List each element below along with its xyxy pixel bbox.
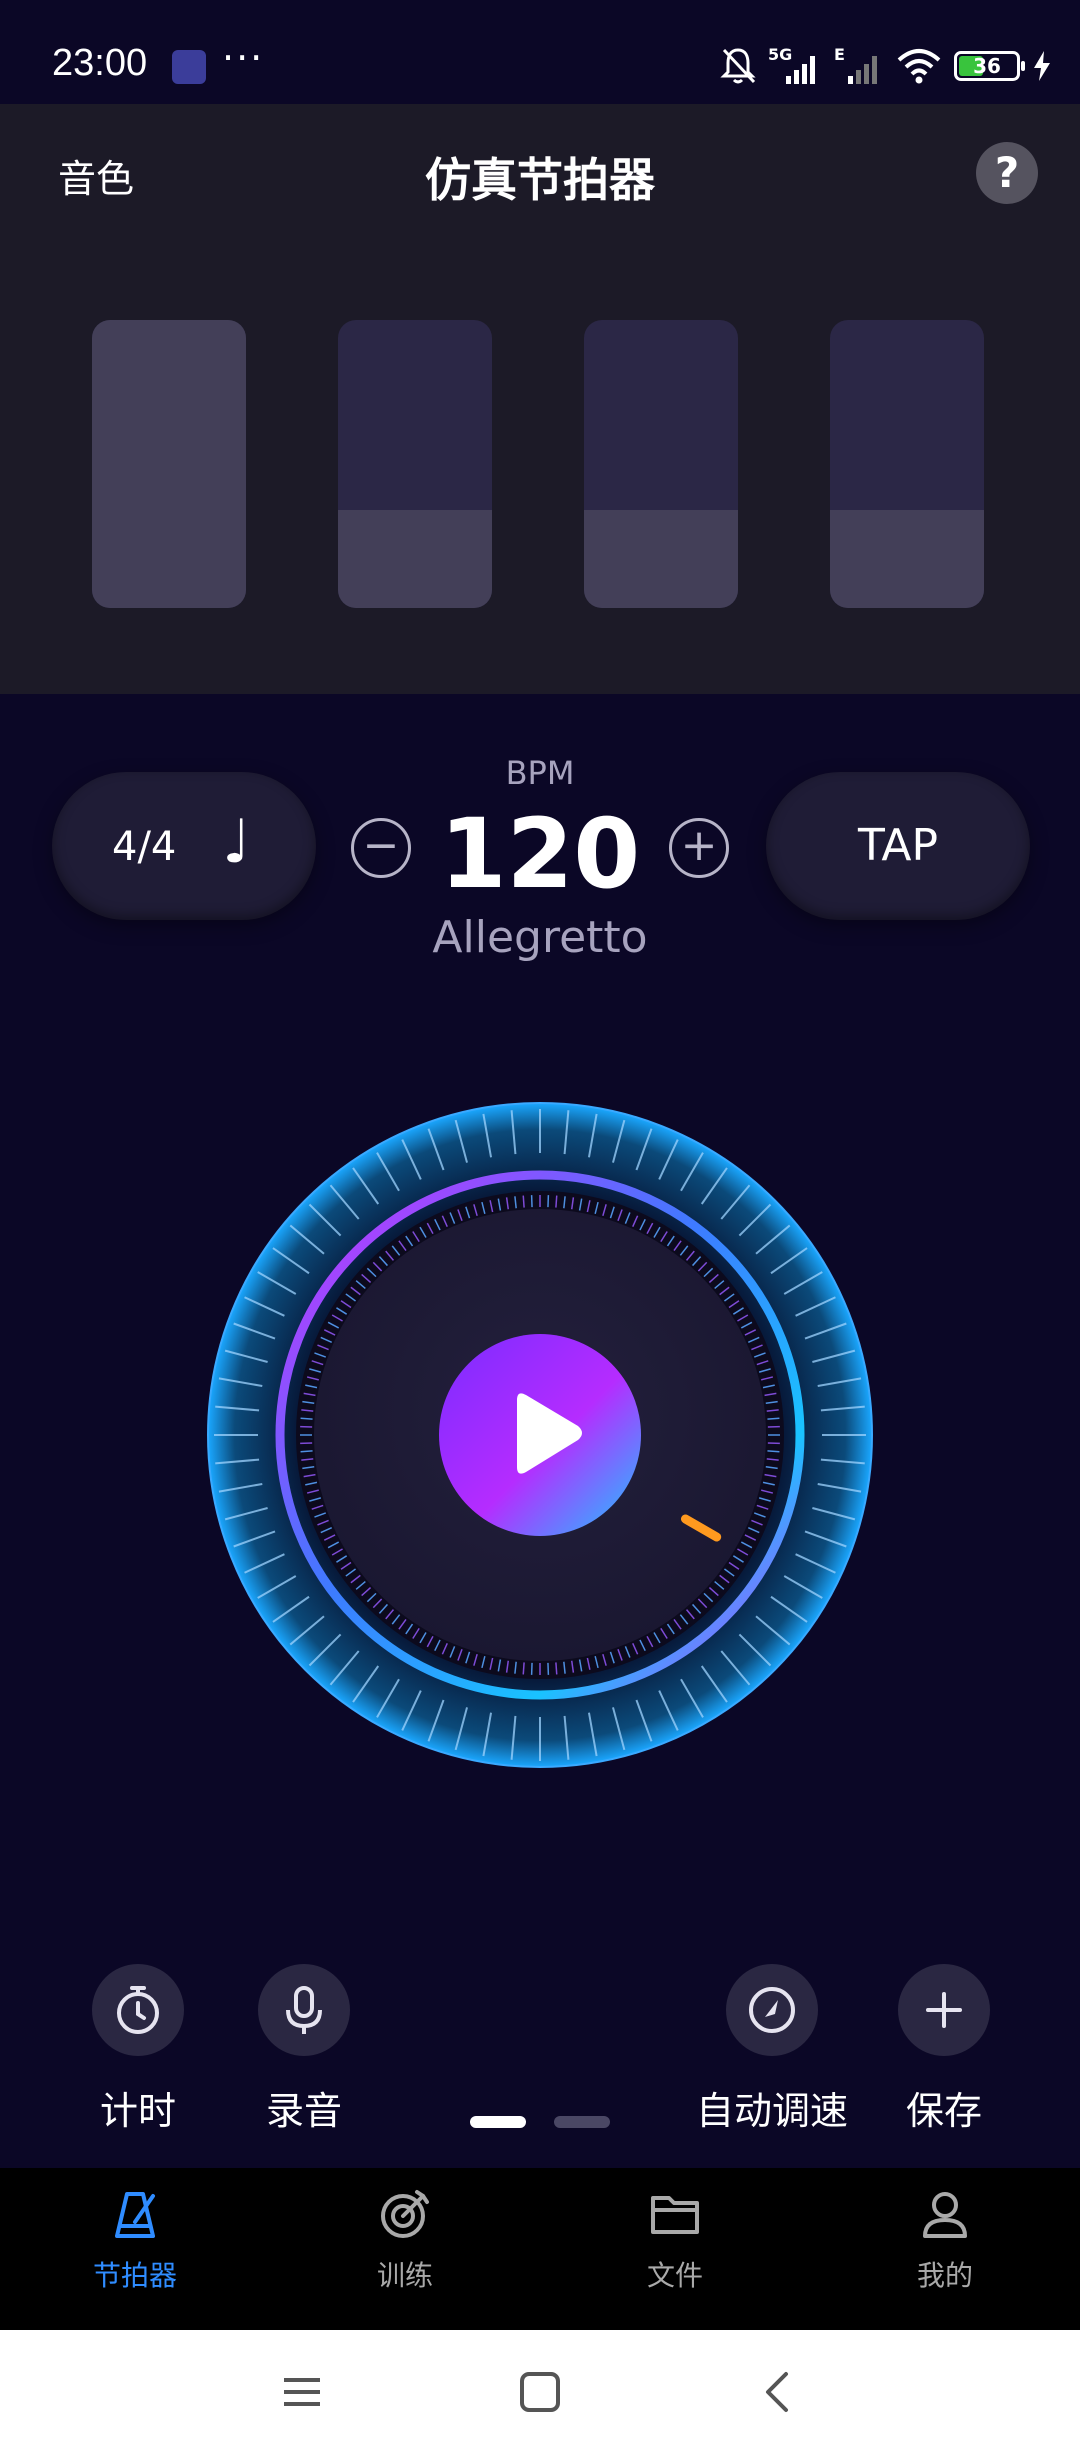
back-icon[interactable] <box>756 2370 800 2414</box>
beat-column-4[interactable] <box>830 320 984 608</box>
dial-fine-tick <box>555 1195 558 1208</box>
svg-text:E: E <box>834 46 845 64</box>
beat-accent-fill <box>92 320 246 608</box>
signal-e-icon: E <box>834 46 877 84</box>
header-panel: 音色 仿真节拍器 ? <box>0 104 1080 694</box>
nav-metronome-label: 节拍器 <box>92 2259 177 2292</box>
help-button[interactable]: ? <box>976 142 1038 204</box>
beat-accent-fill <box>584 510 738 608</box>
svg-text:5G: 5G <box>768 46 792 64</box>
beat-accent-fill <box>338 510 492 608</box>
pager-dot <box>554 2116 610 2128</box>
battery-level: 36 <box>973 54 1001 78</box>
action-timer[interactable]: 计时 <box>92 1964 184 2135</box>
dial-fine-tick <box>300 1450 313 1453</box>
speed-gauge-icon <box>749 1987 795 2033</box>
action-save-label: 保存 <box>905 2089 982 2133</box>
metronome-icon <box>115 2192 155 2238</box>
metronome-app-icon <box>172 50 206 84</box>
signal-5g-icon: 5G <box>768 46 815 84</box>
dial-fine-tick <box>522 1662 525 1675</box>
stopwatch-icon <box>117 1986 159 2034</box>
action-auto-tempo-label: 自动调速 <box>695 2089 848 2133</box>
charging-icon <box>1034 51 1050 81</box>
system-navigation-bar <box>0 2330 1080 2460</box>
dial-fine-tick <box>522 1195 525 1208</box>
pager-dot-active <box>470 2116 526 2128</box>
action-timer-label: 计时 <box>99 2089 176 2133</box>
menu-icon[interactable] <box>280 2370 324 2414</box>
nav-files-label: 文件 <box>646 2259 703 2292</box>
wifi-icon <box>897 49 941 84</box>
nav-profile[interactable]: 我的 <box>845 2186 1045 2294</box>
action-auto-tempo[interactable]: 自动调速 <box>696 1964 848 2135</box>
action-save-ring <box>898 1964 990 2056</box>
status-time: 23:00 <box>52 42 148 84</box>
beat-column-2[interactable] <box>338 320 492 608</box>
tempo-dial[interactable] <box>205 1100 875 1770</box>
status-bar: 23:00 ··· 5G E 36 <box>0 0 1080 104</box>
battery-icon: 36 <box>954 51 1025 81</box>
profile-icon <box>923 2192 967 2238</box>
home-icon[interactable] <box>518 2370 562 2414</box>
dial-fine-tick <box>767 1450 780 1453</box>
action-record[interactable]: 录音 <box>258 1964 350 2135</box>
folder-icon <box>651 2196 699 2234</box>
action-save[interactable]: 保存 <box>898 1964 990 2135</box>
status-icons: 5G E 36 <box>720 44 1052 88</box>
play-button[interactable] <box>439 1334 641 1536</box>
nav-training-label: 训练 <box>376 2259 433 2292</box>
target-icon <box>381 2190 429 2238</box>
nav-training[interactable]: 训练 <box>305 2186 505 2294</box>
nav-metronome[interactable]: 节拍器 <box>35 2186 235 2294</box>
action-auto-tempo-ring <box>726 1964 818 2056</box>
dial-fine-tick <box>555 1662 558 1675</box>
nav-profile-label: 我的 <box>916 2259 973 2292</box>
beat-column-1[interactable] <box>92 320 246 608</box>
dial-fine-tick <box>300 1417 313 1420</box>
beat-column-3[interactable] <box>584 320 738 608</box>
nav-files[interactable]: 文件 <box>575 2186 775 2294</box>
action-record-label: 录音 <box>265 2089 342 2133</box>
notification-dots: ··· <box>222 36 265 80</box>
page-title: 仿真节拍器 <box>425 153 655 207</box>
action-timer-ring <box>92 1964 184 2056</box>
microphone-icon <box>286 1986 322 2034</box>
dial-fine-tick <box>767 1417 780 1420</box>
action-record-ring <box>258 1964 350 2056</box>
bell-off-icon <box>720 48 756 84</box>
beat-accent-fill <box>830 510 984 608</box>
increase-bpm-button[interactable]: + <box>669 818 729 878</box>
plus-icon <box>926 1992 962 2028</box>
tap-label: TAP <box>857 820 939 871</box>
